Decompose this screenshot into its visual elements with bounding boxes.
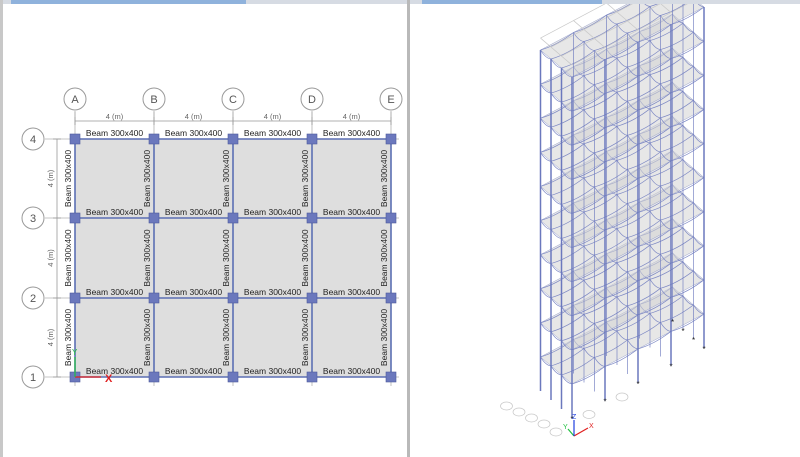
grid-bubble-3d [512,407,526,417]
column[interactable] [306,212,318,224]
grid-bubble-label: D [308,94,316,106]
column[interactable] [385,212,397,224]
beam-label: Beam 300x400 [221,309,231,366]
column[interactable] [69,212,81,224]
support-marker: * [692,336,695,345]
support-marker: * [603,398,606,407]
beam-label: Beam 300x400 [165,287,222,297]
column[interactable] [385,133,397,145]
dimension-label: 4 (m) [343,112,361,121]
column[interactable] [69,292,81,304]
etabs-window: Beam 300x400 Beam 300x400 Beam 300x400 Beam… [0,0,800,457]
beam-label: Beam 300x400 [379,309,389,366]
support-marker: * [681,327,684,336]
column[interactable] [227,212,239,224]
axis-z-label: Z [572,414,577,421]
beam-label: Beam 300x400 [221,150,231,207]
beam-label: Beam 300x400 [86,128,143,138]
grid-bubble-label: 4 [30,134,36,146]
dimension-label: 4 (m) [46,249,55,267]
beam-label: Beam 300x400 [379,150,389,207]
3d-view-canvas[interactable]: ********XYZ [410,0,800,457]
column[interactable] [69,133,81,145]
beam-label: Beam 300x400 [63,309,73,366]
grid-bubble-label: E [387,94,394,106]
beam-label: Beam 300x400 [86,366,143,376]
grid-bubble-label: B [150,94,157,106]
grid-bubble-3d [500,401,513,411]
grid-bubble-3d [525,413,538,423]
beam-label: Beam 300x400 [379,229,389,286]
column[interactable] [306,133,318,145]
beam-label: Beam 300x400 [165,366,222,376]
column[interactable] [148,292,160,304]
beam-label: Beam 300x400 [244,287,301,297]
axis-x-line [573,427,589,437]
support-marker: * [702,345,705,354]
beam-label: Beam 300x400 [323,207,380,217]
beam-label: Beam 300x400 [323,287,380,297]
dimension-label: 4 (m) [264,112,282,121]
beam-label: Beam 300x400 [244,366,301,376]
grid-bubble-label: 3 [30,213,36,225]
grid-bubble-3d [537,419,551,429]
beam-label: Beam 300x400 [221,229,231,286]
column[interactable] [385,292,397,304]
building-model[interactable]: ******** [500,0,706,437]
grid-bubble-label: 1 [30,372,36,384]
axis-x-label: X [589,423,594,430]
column[interactable] [227,371,239,383]
beam-label: Beam 300x400 [244,207,301,217]
dimension-label: 4 (m) [46,328,55,346]
grid-bubble-3d [582,410,596,419]
grid-bubble-3d [549,427,563,437]
grid-bubble-label: 2 [30,293,36,305]
column[interactable] [385,371,397,383]
axis-y-line [567,428,575,437]
support-marker: * [669,363,672,372]
3d-view-tab[interactable] [422,0,602,4]
grid-bubble-label: C [229,94,237,106]
axis-y-label: Y [563,424,568,431]
axis-x-label: X [105,373,113,385]
grid-bubble-3d [615,392,629,402]
column[interactable] [227,133,239,145]
beam-label: Beam 300x400 [63,229,73,286]
beam-label: Beam 300x400 [63,150,73,207]
beam-label: Beam 300x400 [300,150,310,207]
beam-label: Beam 300x400 [323,128,380,138]
beam-label: Beam 300x400 [165,128,222,138]
beam-label: Beam 300x400 [323,366,380,376]
grid-bubble-label: A [71,94,79,106]
dimension-label: 4 (m) [185,112,203,121]
support-marker: * [636,380,639,389]
plan-view-canvas[interactable]: Beam 300x400 Beam 300x400 Beam 300x400 Beam… [3,0,407,457]
beam-label: Beam 300x400 [142,229,152,286]
beam-label: Beam 300x400 [300,309,310,366]
3d-view-pane[interactable]: * * * * * * * * X Y Z [410,0,800,457]
dimension-label: 4 (m) [106,112,124,121]
plan-view-pane[interactable]: Beam 300x400 Beam 300x400 Beam 300x400 Beam… [0,0,407,457]
plan-view-tab[interactable] [11,0,246,4]
column[interactable] [148,212,160,224]
column[interactable] [306,371,318,383]
beam-label: Beam 300x400 [165,207,222,217]
beam-label: Beam 300x400 [86,287,143,297]
axis-y-label: Y [72,348,78,357]
dimension-label: 4 (m) [46,169,55,187]
column[interactable] [227,292,239,304]
beam-label: Beam 300x400 [142,309,152,366]
column[interactable] [306,292,318,304]
beam-label: Beam 300x400 [300,229,310,286]
column[interactable] [148,133,160,145]
beam-label: Beam 300x400 [86,207,143,217]
beam-label: Beam 300x400 [244,128,301,138]
support-marker: * [671,318,674,327]
beam-label: Beam 300x400 [142,150,152,207]
column[interactable] [148,371,160,383]
